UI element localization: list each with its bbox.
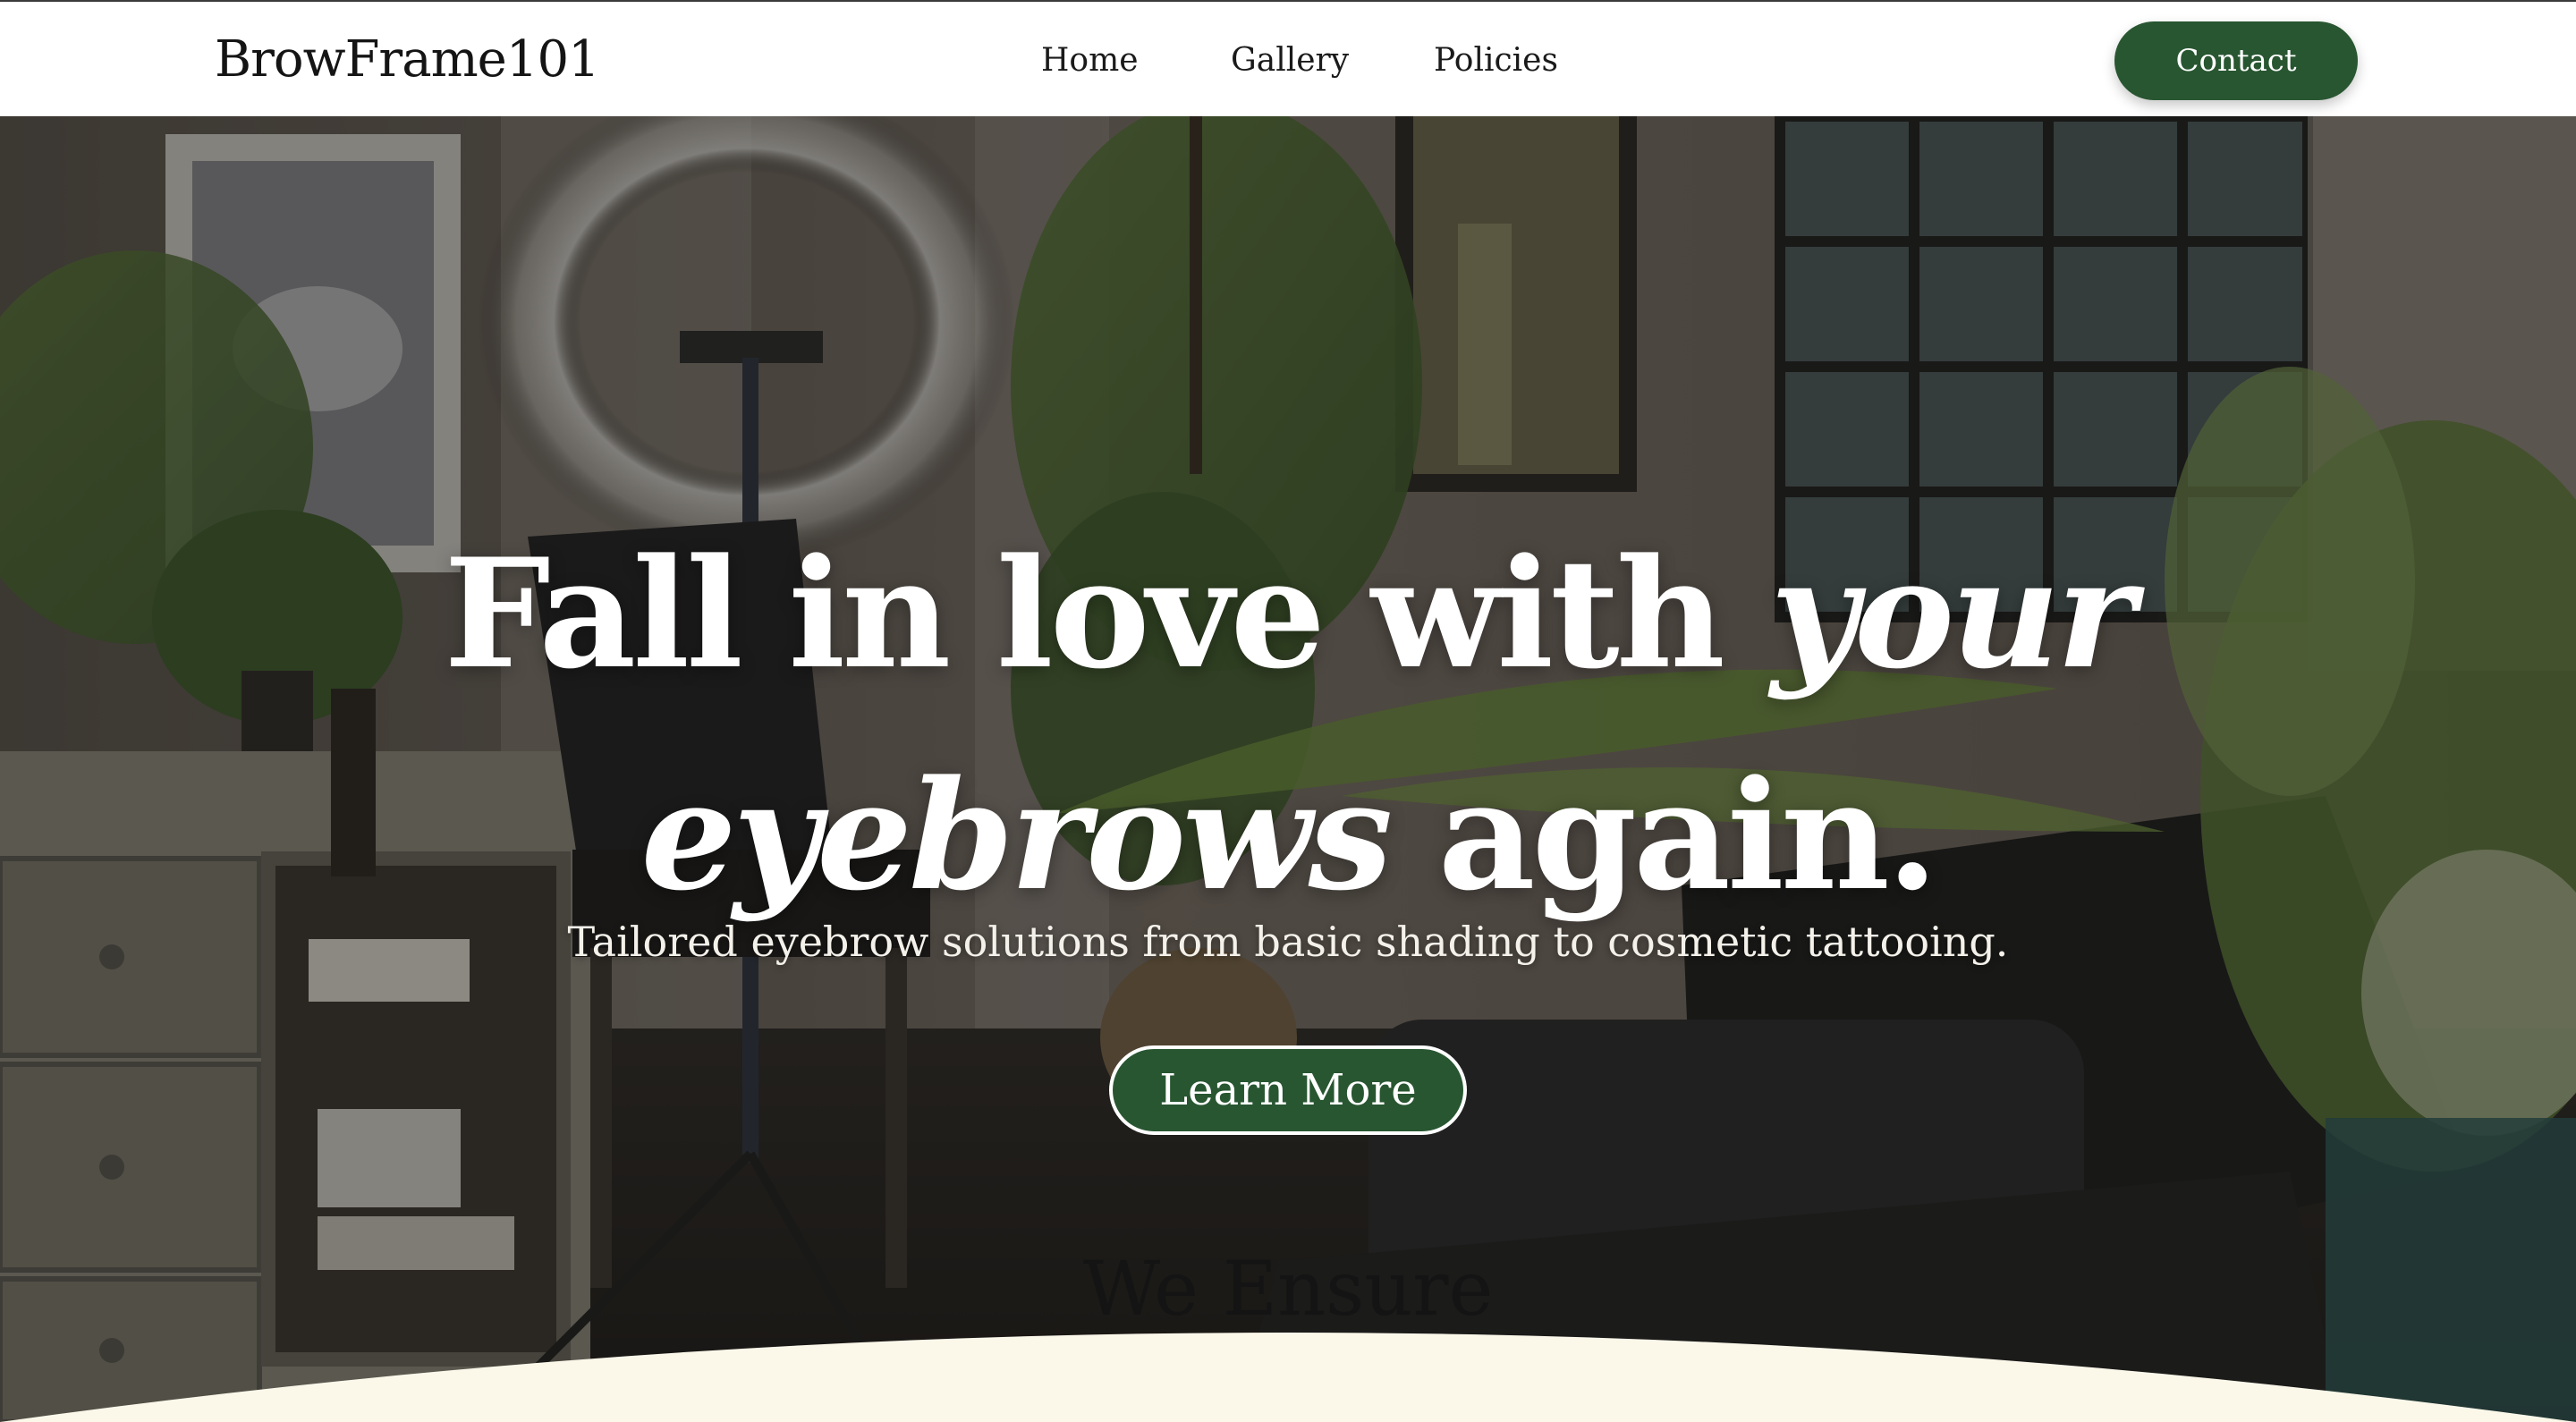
headline-text-b: again. [1389,747,1939,924]
hero-section: Fall in love with your eyebrows again. T… [0,116,2576,1422]
headline-text-a: Fall in love with [444,525,1771,702]
nav-policies-link[interactable]: Policies [1434,38,1558,84]
page: BrowFrame101 Home Gallery Policies Conta… [0,0,2576,1422]
contact-button[interactable]: Contact [2114,21,2358,100]
headline-line-1: Fall in love with your [394,503,2182,724]
headline-emphasis-your: your [1770,525,2135,702]
headline-emphasis-eyebrows: eyebrows [640,747,1394,924]
site-header: BrowFrame101 Home Gallery Policies Conta… [0,0,2576,116]
nav-home-link[interactable]: Home [1041,38,1139,84]
nav-gallery-link[interactable]: Gallery [1231,38,1349,84]
learn-more-button[interactable]: Learn More [1109,1045,1467,1135]
hero-subheadline: Tailored eyebrow solutions from basic sh… [567,918,2009,966]
hero-headline: Fall in love with your eyebrows again. [394,503,2182,946]
section-title-we-ensure: We Ensure [1082,1245,1494,1333]
